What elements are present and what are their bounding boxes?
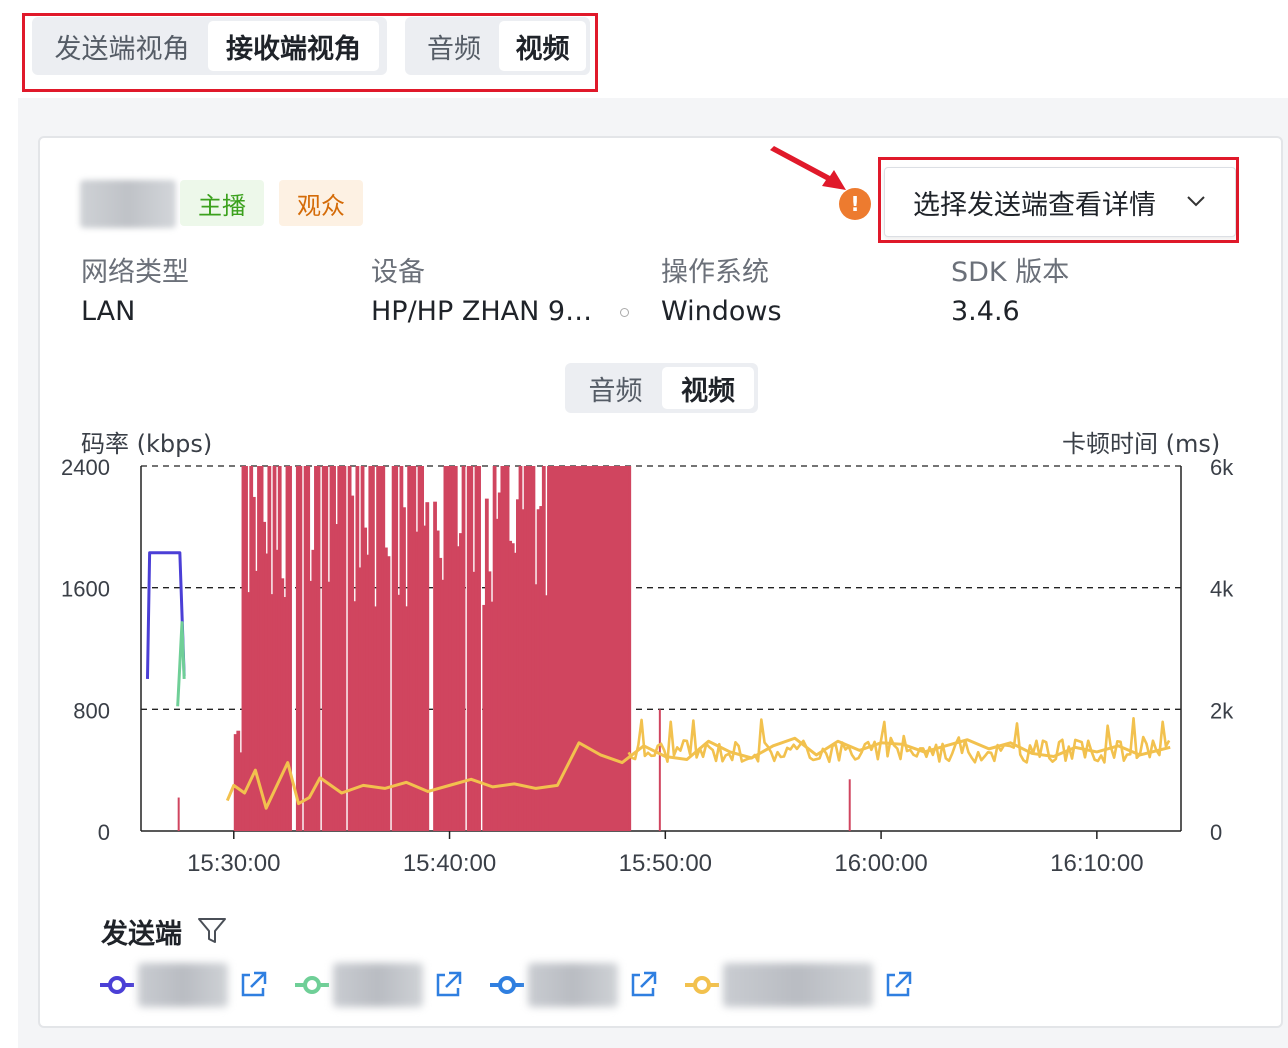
series-green-line: [176, 621, 186, 707]
y2-tick-label: 2k: [1210, 698, 1234, 723]
x-tick-label: 15:40:00: [403, 850, 496, 877]
x-tick-label: 16:00:00: [834, 850, 927, 877]
legend-item-yellow[interactable]: [685, 962, 915, 1008]
stall-bar: [386, 556, 391, 831]
stall-bar: [316, 466, 321, 831]
stall-bar: [177, 797, 180, 831]
legend-item-green[interactable]: [295, 962, 465, 1008]
y2-tick-label: 6k: [1210, 455, 1234, 480]
stall-bar: [477, 466, 481, 831]
legend-marker-icon: [295, 976, 329, 994]
stall-bar: [342, 466, 347, 831]
legend-item-purple[interactable]: [100, 962, 270, 1008]
filter-icon[interactable]: [196, 914, 228, 946]
y-tick-label: 0: [98, 820, 110, 845]
y-tick-label: 800: [73, 698, 110, 723]
stall-bar: [658, 709, 661, 831]
y2-tick-label: 0: [1210, 820, 1222, 845]
legend-marker-icon: [490, 976, 524, 994]
sender-id-blurred: [723, 963, 873, 1007]
sender-id-blurred: [528, 963, 618, 1007]
stall-bar: [848, 779, 851, 831]
bitrate-stall-chart: 2400 1600 800 0 6k 4k 2k 0 15:30:00 15:40:00 15:50…: [61, 455, 1234, 877]
legend-marker-icon: [100, 976, 134, 994]
sender-section-title: 发送端: [101, 919, 182, 950]
x-tick-label: 15:30:00: [187, 850, 280, 877]
external-link-icon[interactable]: [431, 968, 465, 1002]
y-tick-label: 2400: [61, 455, 110, 480]
stall-bar: [425, 502, 430, 831]
x-tick-label: 15:50:00: [619, 850, 712, 877]
legend-marker-icon: [685, 976, 719, 994]
external-link-icon[interactable]: [881, 968, 915, 1002]
stall-bar: [461, 466, 466, 831]
external-link-icon[interactable]: [236, 968, 270, 1002]
sender-id-blurred: [333, 963, 423, 1007]
y-tick-label: 1600: [61, 577, 110, 602]
stall-bar: [298, 466, 303, 831]
external-link-icon[interactable]: [626, 968, 660, 1002]
y2-tick-label: 4k: [1210, 577, 1234, 602]
sender-id-blurred: [138, 963, 228, 1007]
x-tick-label: 16:10:00: [1050, 850, 1143, 877]
legend-item-blue[interactable]: [490, 962, 660, 1008]
